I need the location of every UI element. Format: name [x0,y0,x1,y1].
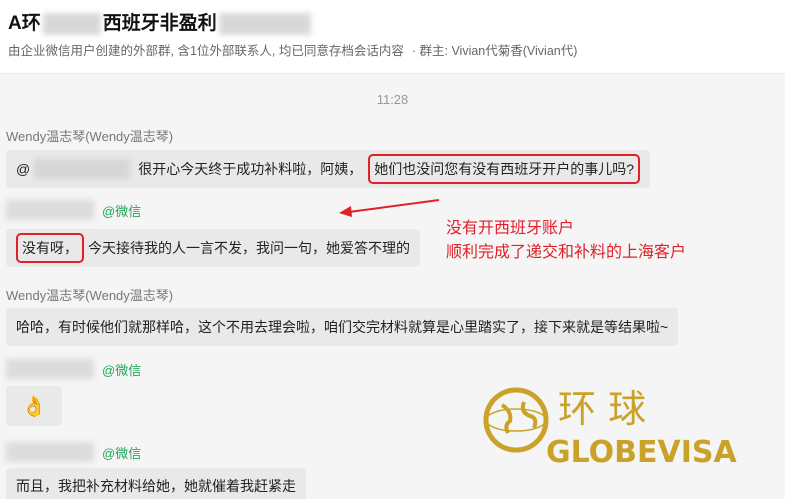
message-text: 很开心今天终于成功补料啦，阿姨， [138,161,363,177]
redacted-name [6,200,94,220]
wechat-tag: @微信 [102,203,142,219]
group-description: 由企业微信用户创建的外部群, 含1位外部联系人, 均已同意存档会话内容 [8,44,404,58]
mention-at: @ [16,161,31,177]
group-title: A环 西班牙非盈利 [8,8,313,35]
highlighted-text: 她们也没问您有没有西班牙开户的事儿吗? [368,154,641,184]
wechat-tag: @微信 [102,362,142,378]
wechat-user-row: @微信 [6,200,141,220]
message-text: 而且，我把补充材料给她，她就催着我赶紧走 [16,478,296,494]
message-text: 今天接待我的人一言不发，我问一句，她爱答不理的 [88,240,410,256]
sender-name: Wendy温志琴(Wendy温志琴) [6,129,174,144]
annotation-line-2: 顺利完成了递交和补料的上海客户 [446,244,687,261]
arrow-icon [339,199,440,217]
globevisa-logo: 环 球 GLOBEVISA [483,387,738,470]
group-title-suffix: 西班牙非盈利 [102,13,217,34]
ok-hand-icon: 👌 [21,395,47,418]
message-text: 哈哈，有时候他们就那样哈，这个不用去理会啦，咱们交完材料就算是心里踏实了，接下来… [16,319,669,335]
emoji-bubble[interactable]: 👌 [6,386,62,426]
message-bubble[interactable]: 而且，我把补充材料给她，她就催着我赶紧走 [6,468,306,499]
message-bubble[interactable]: 哈哈，有时候他们就那样哈，这个不用去理会啦，咱们交完材料就算是心里踏实了，接下来… [6,308,679,346]
chat-area[interactable]: 11:28 Wendy温志琴(Wendy温志琴) @ 很开心今天终于成功补料啦，… [0,74,785,499]
redacted-mention [34,159,131,179]
logo-english-text: GLOBEVISA [546,435,738,470]
wechat-tag: @微信 [102,445,142,461]
redacted-text [42,12,101,35]
redacted-text [218,12,311,35]
redacted-name [6,442,94,462]
group-subtitle: 由企业微信用户创建的外部群, 含1位外部联系人, 均已同意存档会话内容 · 群主:… [8,40,585,59]
message-timestamp: 11:28 [376,92,409,107]
group-title-prefix: A环 [8,13,41,34]
message-bubble[interactable]: @ 很开心今天终于成功补料啦，阿姨， 她们也没问您有没有西班牙开户的事儿吗? [6,150,651,188]
highlighted-text: 没有呀， [16,233,84,263]
redacted-name [6,359,94,379]
message-bubble[interactable]: 没有呀， 今天接待我的人一言不发，我问一句，她爱答不理的 [6,229,420,267]
wechat-user-row: @微信 [6,359,141,379]
sender-name: Wendy温志琴(Wendy温志琴) [6,288,174,303]
annotation-line-1: 没有开西班牙账户 [446,220,575,237]
wechat-user-row: @微信 [6,442,141,462]
logo-chinese-text: 环 球 [558,387,646,431]
chat-header: A环 西班牙非盈利 由企业微信用户创建的外部群, 含1位外部联系人, 均已同意存档… [0,0,785,74]
group-owner: · 群主: Vivian代菊香(Vivian代) [411,44,578,58]
